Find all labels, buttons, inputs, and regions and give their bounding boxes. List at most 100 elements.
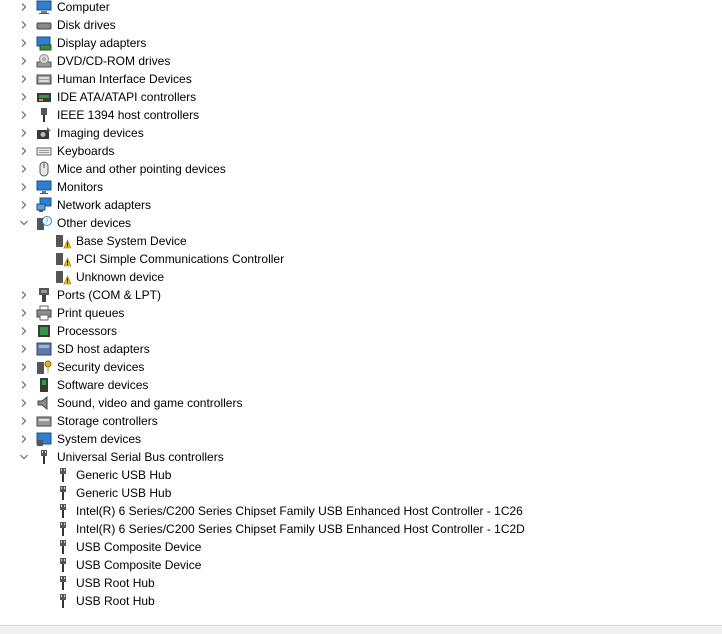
security-key-icon bbox=[36, 359, 52, 375]
device-category[interactable]: Processors bbox=[0, 322, 722, 340]
mouse-icon bbox=[36, 161, 52, 177]
display-adapter-icon bbox=[36, 35, 52, 51]
tree-item-label: PCI Simple Communications Controller bbox=[76, 252, 285, 266]
disk-drive-icon bbox=[36, 17, 52, 33]
tree-item-label: Intel(R) 6 Series/C200 Series Chipset Fa… bbox=[76, 504, 523, 518]
device-category[interactable]: Universal Serial Bus controllers bbox=[0, 448, 722, 466]
tree-item-label: USB Root Hub bbox=[76, 594, 155, 608]
tree-item-label: Monitors bbox=[57, 180, 104, 194]
device-category[interactable]: DVD/CD-ROM drives bbox=[0, 52, 722, 70]
tree-item-label: Unknown device bbox=[76, 270, 165, 284]
device-item[interactable]: USB Root Hub bbox=[0, 592, 722, 610]
device-category[interactable]: Keyboards bbox=[0, 142, 722, 160]
device-item[interactable]: USB Root Hub bbox=[0, 574, 722, 592]
tree-item-label: Base System Device bbox=[76, 234, 187, 248]
chevron-right-icon[interactable] bbox=[18, 70, 30, 88]
usb-icon bbox=[55, 503, 71, 519]
svg-text:?: ? bbox=[45, 218, 49, 226]
device-item[interactable]: PCI Simple Communications Controller bbox=[0, 250, 722, 268]
usb-icon bbox=[36, 449, 52, 465]
sd-adapter-icon bbox=[36, 341, 52, 357]
tree-item-label: Universal Serial Bus controllers bbox=[57, 450, 224, 464]
device-category[interactable]: Computer bbox=[0, 0, 722, 16]
warning-device-icon bbox=[55, 251, 72, 267]
device-category[interactable]: System devices bbox=[0, 430, 722, 448]
chevron-right-icon[interactable] bbox=[18, 178, 30, 196]
device-item[interactable]: Generic USB Hub bbox=[0, 466, 722, 484]
device-item[interactable]: Intel(R) 6 Series/C200 Series Chipset Fa… bbox=[0, 502, 722, 520]
chevron-down-icon[interactable] bbox=[18, 214, 30, 232]
chevron-right-icon[interactable] bbox=[18, 304, 30, 322]
device-category[interactable]: Sound, video and game controllers bbox=[0, 394, 722, 412]
device-item[interactable]: USB Composite Device bbox=[0, 556, 722, 574]
speaker-icon bbox=[36, 395, 52, 411]
device-category[interactable]: Security devices bbox=[0, 358, 722, 376]
chevron-right-icon[interactable] bbox=[18, 394, 30, 412]
chevron-right-icon[interactable] bbox=[18, 412, 30, 430]
device-category[interactable]: IDE ATA/ATAPI controllers bbox=[0, 88, 722, 106]
chevron-right-icon[interactable] bbox=[18, 0, 30, 16]
camera-icon bbox=[36, 125, 52, 141]
usb-icon bbox=[55, 557, 71, 573]
tree-item-label: Disk drives bbox=[57, 18, 116, 32]
device-category[interactable]: Monitors bbox=[0, 178, 722, 196]
tree-item-label: Software devices bbox=[57, 378, 149, 392]
chevron-right-icon[interactable] bbox=[18, 376, 30, 394]
storage-controller-icon bbox=[36, 413, 52, 429]
unknown-device-icon: ? bbox=[36, 215, 52, 231]
chevron-right-icon[interactable] bbox=[18, 340, 30, 358]
device-category[interactable]: Display adapters bbox=[0, 34, 722, 52]
device-category[interactable]: ? Other devices bbox=[0, 214, 722, 232]
device-category[interactable]: IEEE 1394 host controllers bbox=[0, 106, 722, 124]
usb-icon bbox=[55, 485, 71, 501]
device-category[interactable]: Imaging devices bbox=[0, 124, 722, 142]
chevron-right-icon[interactable] bbox=[18, 88, 30, 106]
port-icon bbox=[36, 287, 52, 303]
usb-icon bbox=[55, 467, 71, 483]
chevron-right-icon[interactable] bbox=[18, 196, 30, 214]
device-item[interactable]: Generic USB Hub bbox=[0, 484, 722, 502]
chevron-down-icon[interactable] bbox=[18, 448, 30, 466]
ide-controller-icon bbox=[36, 89, 52, 105]
tree-item-label: Network adapters bbox=[57, 198, 152, 212]
device-category[interactable]: SD host adapters bbox=[0, 340, 722, 358]
usb-icon bbox=[55, 593, 71, 609]
device-category[interactable]: Ports (COM & LPT) bbox=[0, 286, 722, 304]
tree-item-label: Ports (COM & LPT) bbox=[57, 288, 162, 302]
device-category[interactable]: Human Interface Devices bbox=[0, 70, 722, 88]
tree-item-label: Generic USB Hub bbox=[76, 468, 172, 482]
tree-item-label: IEEE 1394 host controllers bbox=[57, 108, 200, 122]
tree-item-label: Mice and other pointing devices bbox=[57, 162, 226, 176]
chevron-right-icon[interactable] bbox=[18, 358, 30, 376]
tree-item-label: Print queues bbox=[57, 306, 125, 320]
chevron-right-icon[interactable] bbox=[18, 52, 30, 70]
chevron-right-icon[interactable] bbox=[18, 16, 30, 34]
warning-device-icon bbox=[55, 269, 72, 285]
tree-item-label: Intel(R) 6 Series/C200 Series Chipset Fa… bbox=[76, 522, 525, 536]
device-category[interactable]: Print queues bbox=[0, 304, 722, 322]
chevron-right-icon[interactable] bbox=[18, 286, 30, 304]
tree-item-label: Computer bbox=[57, 0, 110, 14]
device-category[interactable]: Software devices bbox=[0, 376, 722, 394]
device-category[interactable]: Storage controllers bbox=[0, 412, 722, 430]
device-item[interactable]: Intel(R) 6 Series/C200 Series Chipset Fa… bbox=[0, 520, 722, 538]
chevron-right-icon[interactable] bbox=[18, 124, 30, 142]
device-item[interactable]: USB Composite Device bbox=[0, 538, 722, 556]
chevron-right-icon[interactable] bbox=[18, 430, 30, 448]
usb-icon bbox=[55, 575, 71, 591]
device-item[interactable]: Unknown device bbox=[0, 268, 722, 286]
device-category[interactable]: Mice and other pointing devices bbox=[0, 160, 722, 178]
chevron-right-icon[interactable] bbox=[18, 322, 30, 340]
device-item[interactable]: Base System Device bbox=[0, 232, 722, 250]
usb-icon bbox=[55, 539, 71, 555]
device-category[interactable]: Disk drives bbox=[0, 16, 722, 34]
device-category[interactable]: Network adapters bbox=[0, 196, 722, 214]
chevron-right-icon[interactable] bbox=[18, 142, 30, 160]
chevron-right-icon[interactable] bbox=[18, 160, 30, 178]
warning-device-icon bbox=[55, 233, 72, 249]
printer-icon bbox=[36, 305, 52, 321]
tree-item-label: Display adapters bbox=[57, 36, 147, 50]
chevron-right-icon[interactable] bbox=[18, 34, 30, 52]
tree-item-label: Storage controllers bbox=[57, 414, 158, 428]
chevron-right-icon[interactable] bbox=[18, 106, 30, 124]
